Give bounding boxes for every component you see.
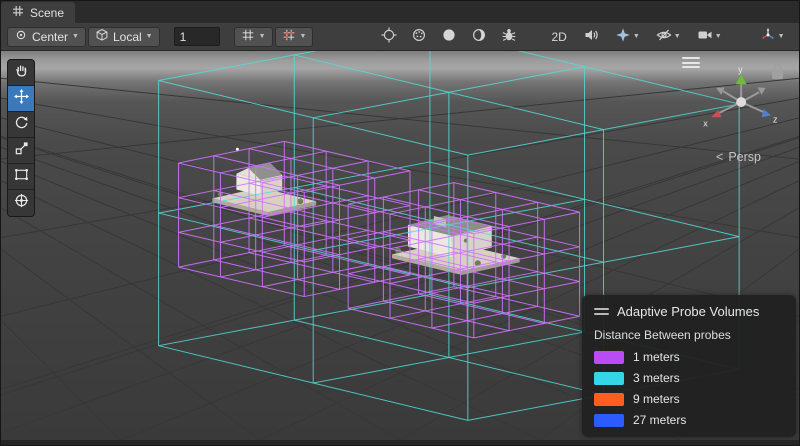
snap-increment-icon	[282, 28, 296, 45]
gizmo-axes-icon	[760, 27, 776, 46]
grid-snap-icon	[241, 28, 255, 45]
legend-label: 1 meters	[633, 350, 680, 364]
legend-swatch-1m	[594, 351, 624, 364]
scene-window: Scene Center ▼ Local ▼	[0, 0, 800, 446]
move-icon	[14, 89, 29, 109]
tool-move[interactable]	[8, 86, 34, 112]
axis-x-label: x	[703, 119, 708, 129]
tool-transform[interactable]	[8, 190, 34, 216]
persp-collapse-icon: <	[716, 150, 723, 164]
pivot-dropdown[interactable]: Center ▼	[7, 27, 86, 47]
legend-row: 27 meters	[594, 413, 784, 427]
overlay-menu-icon[interactable]	[682, 57, 700, 68]
persp-toggle[interactable]: < Persp	[716, 150, 761, 164]
legend-swatch-27m	[594, 414, 624, 427]
crescent-moon-icon	[471, 27, 487, 46]
rect-tool-icon	[14, 167, 29, 187]
scene-viewport-area: y x z	[1, 51, 799, 440]
apv-panel: Adaptive Probe Volumes Distance Between …	[582, 295, 796, 437]
chevron-down-icon: ▼	[715, 33, 722, 40]
bug-toggle-button[interactable]	[497, 26, 521, 48]
scale-icon	[14, 141, 29, 161]
tool-palette	[7, 59, 35, 217]
grid-size-field[interactable]	[174, 27, 220, 46]
apv-subtitle: Distance Between probes	[594, 328, 784, 342]
gizmo-center-ball[interactable]	[736, 97, 746, 107]
chevron-down-icon: ▼	[674, 33, 681, 40]
transform-icon	[14, 193, 29, 213]
lighting-toggle-button[interactable]	[437, 26, 461, 48]
chevron-down-icon: ▼	[778, 33, 785, 40]
legend-row: 3 meters	[594, 371, 784, 385]
grid-tab-icon	[12, 5, 24, 20]
apv-title: Adaptive Probe Volumes	[617, 304, 759, 319]
legend-label: 27 meters	[633, 413, 686, 427]
grid-snap-dropdown[interactable]: ▼	[234, 27, 273, 47]
2d-toggle-button[interactable]: 2D	[547, 26, 570, 48]
gizmo-dropdown[interactable]: ▼	[756, 26, 789, 48]
hand-icon	[14, 63, 29, 83]
persp-label: Persp	[728, 150, 761, 164]
legend-swatch-3m	[594, 372, 624, 385]
chevron-down-icon: ▼	[300, 33, 307, 40]
eye-slash-icon	[656, 27, 672, 46]
window-bottom-edge	[1, 440, 799, 445]
crosshair-toggle-button[interactable]	[377, 26, 401, 48]
legend-row: 1 meters	[594, 350, 784, 364]
axis-z-label: z	[773, 115, 777, 125]
tool-rect[interactable]	[8, 164, 34, 190]
camera-dropdown[interactable]: ▼	[693, 26, 726, 48]
audio-toggle-button[interactable]	[579, 26, 603, 48]
effects-sparkle-icon	[615, 27, 631, 46]
legend-label: 9 meters	[633, 392, 680, 406]
legend-row: 9 meters	[594, 392, 784, 406]
orientation-dropdown[interactable]: Local ▼	[88, 27, 160, 47]
legend-label: 3 meters	[633, 371, 680, 385]
orientation-label: Local	[113, 30, 142, 44]
legend-swatch-9m	[594, 393, 624, 406]
scene-visibility-dropdown[interactable]: ▼	[652, 26, 685, 48]
tab-scene-label: Scene	[30, 6, 64, 20]
sphere-toggle-button[interactable]	[407, 26, 431, 48]
camera-icon	[697, 27, 713, 46]
2d-label: 2D	[551, 30, 566, 44]
speaker-icon	[583, 27, 599, 46]
pivot-center-icon	[14, 28, 28, 45]
tab-scene[interactable]: Scene	[1, 2, 75, 23]
tool-rotate[interactable]	[8, 112, 34, 138]
tool-hand[interactable]	[8, 60, 34, 86]
lighting-circle-icon	[441, 27, 457, 46]
pivot-label: Center	[32, 30, 68, 44]
moon-toggle-button[interactable]	[467, 26, 491, 48]
bug-icon	[501, 27, 517, 46]
tab-bar: Scene	[1, 1, 799, 23]
snap-increment-dropdown[interactable]: ▼	[275, 27, 314, 47]
apv-drag-handle-icon[interactable]	[594, 308, 609, 315]
effects-dropdown[interactable]: ▼	[611, 26, 644, 48]
scene-toolbar: Center ▼ Local ▼ ▼	[1, 23, 799, 51]
cube-icon	[95, 28, 109, 45]
crosshair-icon	[381, 27, 397, 46]
chevron-down-icon: ▼	[633, 33, 640, 40]
chevron-down-icon: ▼	[259, 33, 266, 40]
chevron-down-icon: ▼	[72, 33, 79, 40]
chevron-down-icon: ▼	[146, 33, 153, 40]
tool-scale[interactable]	[8, 138, 34, 164]
dotted-sphere-icon	[411, 27, 427, 46]
rotate-icon	[14, 115, 29, 135]
axis-y-label: y	[738, 65, 743, 75]
